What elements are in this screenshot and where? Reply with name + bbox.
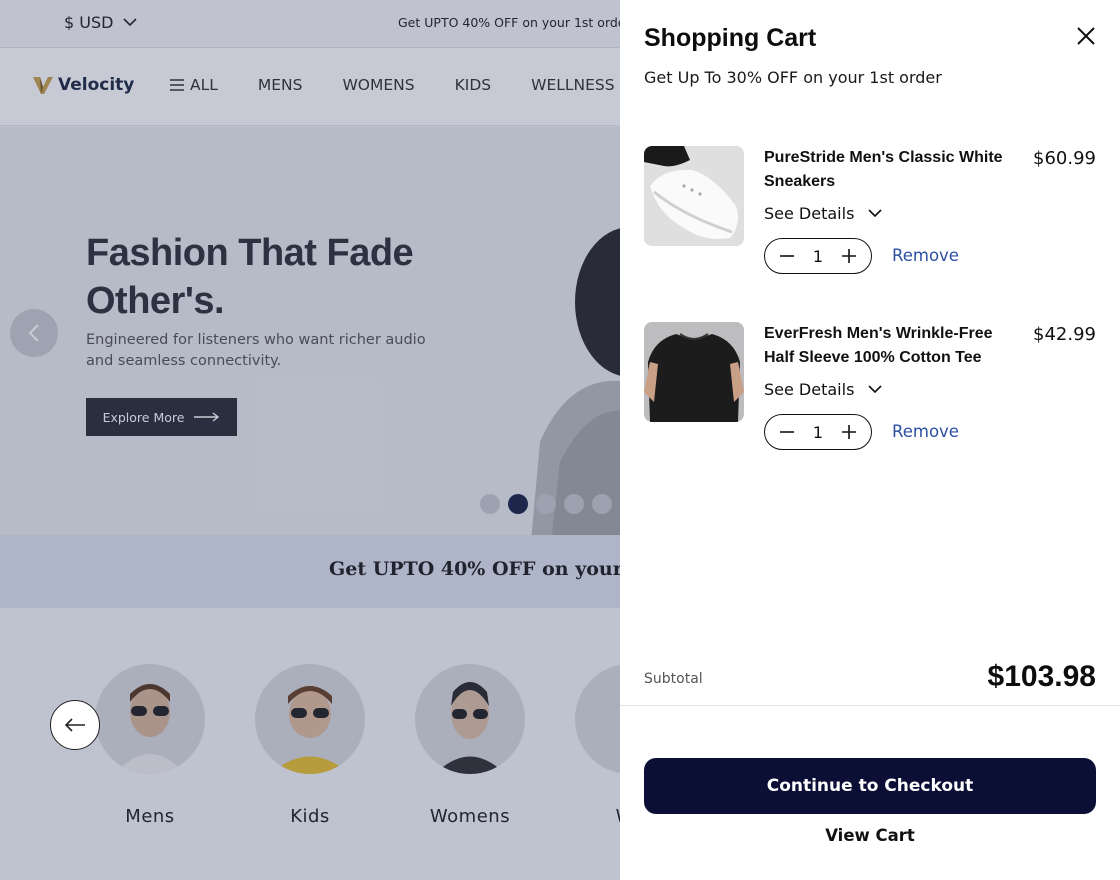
cart-title: Shopping Cart	[644, 24, 817, 52]
plus-icon	[842, 249, 856, 263]
quantity-value: 1	[812, 422, 824, 442]
decrease-quantity-button[interactable]	[779, 248, 795, 264]
quantity-value: 1	[812, 246, 824, 266]
cart-item-price: $42.99	[1033, 324, 1096, 345]
view-cart-link[interactable]: View Cart	[620, 826, 1120, 845]
quantity-stepper: 1	[764, 414, 872, 450]
cart-item-image[interactable]	[644, 146, 744, 246]
cart-item: EverFresh Men's Wrinkle-Free Half Sleeve…	[644, 322, 1096, 452]
cart-item: PureStride Men's Classic White Sneakers …	[644, 146, 1096, 276]
chevron-down-icon	[868, 385, 882, 394]
remove-item-button[interactable]: Remove	[892, 246, 959, 265]
chevron-down-icon	[868, 209, 882, 218]
divider	[620, 705, 1120, 706]
minus-icon	[780, 255, 794, 257]
increase-quantity-button[interactable]	[841, 424, 857, 440]
arrow-left-icon	[64, 718, 85, 732]
cart-item-name[interactable]: EverFresh Men's Wrinkle-Free Half Sleeve…	[764, 322, 1014, 370]
cart-item-image[interactable]	[644, 322, 744, 422]
plus-icon	[842, 425, 856, 439]
remove-item-button[interactable]: Remove	[892, 422, 959, 441]
increase-quantity-button[interactable]	[841, 248, 857, 264]
decrease-quantity-button[interactable]	[779, 424, 795, 440]
subtotal-value: $103.98	[987, 660, 1096, 693]
close-cart-button[interactable]	[1074, 24, 1098, 48]
see-details-label: See Details	[764, 380, 855, 399]
see-details-toggle[interactable]: See Details	[764, 380, 882, 399]
category-prev-button[interactable]	[50, 700, 100, 750]
shopping-cart-drawer: Shopping Cart Get Up To 30% OFF on your …	[620, 0, 1120, 880]
cart-item-price: $60.99	[1033, 148, 1096, 169]
minus-icon	[780, 431, 794, 433]
cart-item-name[interactable]: PureStride Men's Classic White Sneakers	[764, 146, 1014, 194]
subtotal-label: Subtotal	[644, 671, 703, 687]
continue-to-checkout-button[interactable]: Continue to Checkout	[644, 758, 1096, 814]
see-details-toggle[interactable]: See Details	[764, 204, 882, 223]
close-icon	[1077, 27, 1095, 45]
see-details-label: See Details	[764, 204, 855, 223]
quantity-stepper: 1	[764, 238, 872, 274]
cart-subtitle: Get Up To 30% OFF on your 1st order	[644, 68, 942, 87]
